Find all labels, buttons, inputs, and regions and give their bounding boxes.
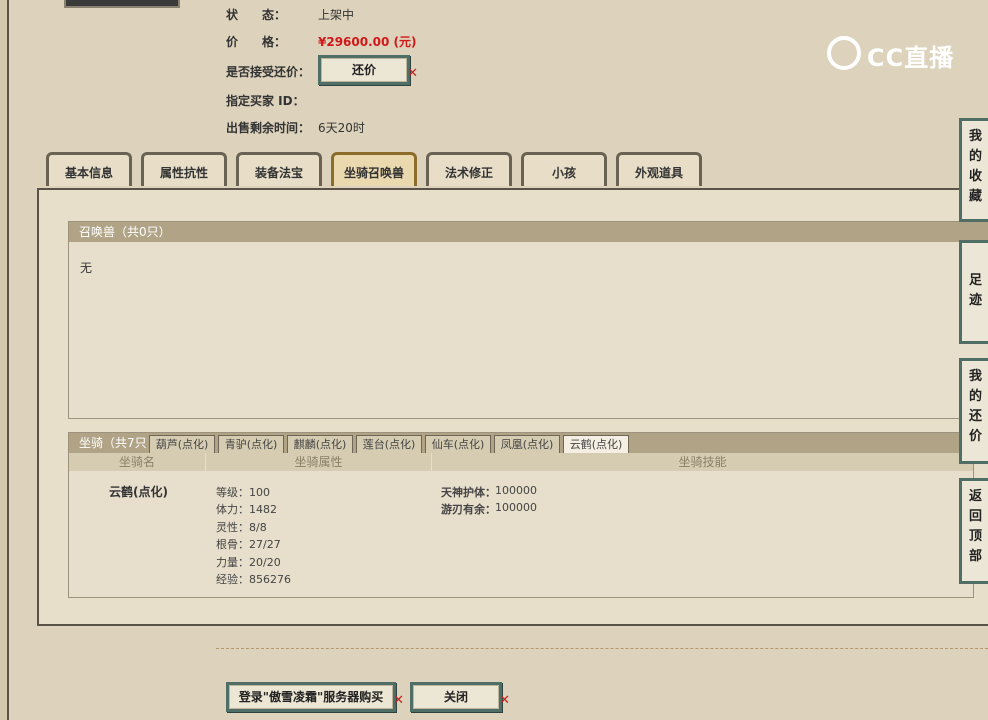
cross-ornament-icon: ✕ (499, 693, 510, 708)
time-left-label: 出售剩余时间： (226, 121, 311, 135)
side-my-offers-button[interactable]: 我的还价 (959, 358, 988, 464)
mount-skill-1-name: 天神护体： (441, 486, 496, 499)
mount-section: 坐骑（共7只 葫芦(点化) 青驴(点化) 麒麟(点化) 莲台(点化) 仙车(点化… (68, 432, 974, 598)
status-value: 上架中 (318, 8, 355, 22)
price-label: 价 格： (226, 35, 287, 49)
login-buy-button[interactable]: 登录"傲雪凌霜"服务器购买 ✕ (226, 682, 404, 712)
status-label: 状 态： (226, 8, 287, 22)
tab-spell-correction[interactable]: 法术修正 (426, 152, 512, 186)
price-value: ¥29600.00 (元) (318, 35, 417, 49)
counter-offer-label: 是否接受还价： (226, 65, 311, 79)
mount-skill-1-value: 100000 (495, 484, 537, 497)
mount-attr-stamina: 体力：1482 (216, 503, 277, 516)
side-my-favorites-button[interactable]: 我的收藏 (959, 118, 988, 222)
tab-attributes[interactable]: 属性抗性 (141, 152, 227, 186)
mount-name: 云鹤(点化) (109, 485, 168, 499)
mount-attr-experience: 经验：856276 (216, 573, 291, 586)
divider (216, 648, 988, 649)
time-left-value: 6天20时 (318, 121, 365, 135)
tab-mounts-summons[interactable]: 坐骑召唤兽 (331, 152, 417, 186)
cc-live-watermark: CC直播 (827, 36, 957, 72)
mount-tab-qilin[interactable]: 麒麟(点化) (287, 435, 353, 453)
counter-offer-button[interactable]: 还价 ✕ (318, 55, 418, 85)
tab-content-panel: 召唤兽（共0只） 无 坐骑（共7只 葫芦(点化) 青驴(点化) 麒麟(点化) 莲… (37, 188, 988, 626)
col-mount-skills: 坐骑技能 (432, 453, 973, 471)
mount-tab-xianche[interactable]: 仙车(点化) (425, 435, 491, 453)
tab-children[interactable]: 小孩 (521, 152, 607, 186)
cross-ornament-icon: ✕ (407, 66, 418, 81)
buyer-id-label: 指定买家 ID： (226, 94, 305, 108)
side-footprint-label: 足迹 (968, 273, 982, 308)
item-image-thumbnail (64, 0, 180, 8)
mount-tab-qinglv[interactable]: 青驴(点化) (218, 435, 284, 453)
col-mount-name: 坐骑名 (69, 453, 205, 471)
close-button[interactable]: 关闭 ✕ (410, 682, 510, 712)
mount-tab-yunhe[interactable]: 云鹤(点化) (563, 435, 629, 453)
col-mount-attributes: 坐骑属性 (206, 453, 431, 471)
mount-attr-strength: 力量：20/20 (216, 556, 281, 569)
mount-skill-2-name: 游刃有余： (441, 503, 496, 516)
summon-section-header: 召唤兽（共0只） (69, 222, 988, 242)
cc-logo-icon (827, 36, 861, 70)
mount-skill-2-value: 100000 (495, 501, 537, 514)
summon-empty-text: 无 (80, 261, 93, 275)
side-my-offers-label: 我的还价 (968, 369, 982, 444)
tab-appearance[interactable]: 外观道具 (616, 152, 702, 186)
logo-text: CC直播 (867, 44, 955, 72)
tab-basic-info[interactable]: 基本信息 (46, 152, 132, 186)
mount-tab-liantai[interactable]: 莲台(点化) (356, 435, 422, 453)
mount-attr-level: 等级：100 (216, 486, 270, 499)
login-buy-button-label: 登录"傲雪凌霜"服务器购买 (238, 690, 384, 704)
close-button-label: 关闭 (443, 690, 468, 704)
side-footprint-button[interactable]: 足迹 (959, 240, 988, 344)
mount-attr-spirit: 灵性：8/8 (216, 521, 267, 534)
left-frame-edge (0, 0, 9, 720)
counter-offer-button-label: 还价 (351, 63, 376, 77)
mount-tab-hulu[interactable]: 葫芦(点化) (149, 435, 215, 453)
side-back-to-top-label: 返回顶部 (968, 489, 982, 564)
side-my-favorites-label: 我的收藏 (968, 129, 982, 204)
mount-tab-fenghuang[interactable]: 凤凰(点化) (494, 435, 560, 453)
side-back-to-top-button[interactable]: 返回顶部 (959, 478, 988, 584)
summon-section: 召唤兽（共0只） 无 (68, 221, 988, 419)
cross-ornament-icon: ✕ (393, 693, 404, 708)
tab-equipment[interactable]: 装备法宝 (236, 152, 322, 186)
mount-attr-bone: 根骨：27/27 (216, 538, 281, 551)
